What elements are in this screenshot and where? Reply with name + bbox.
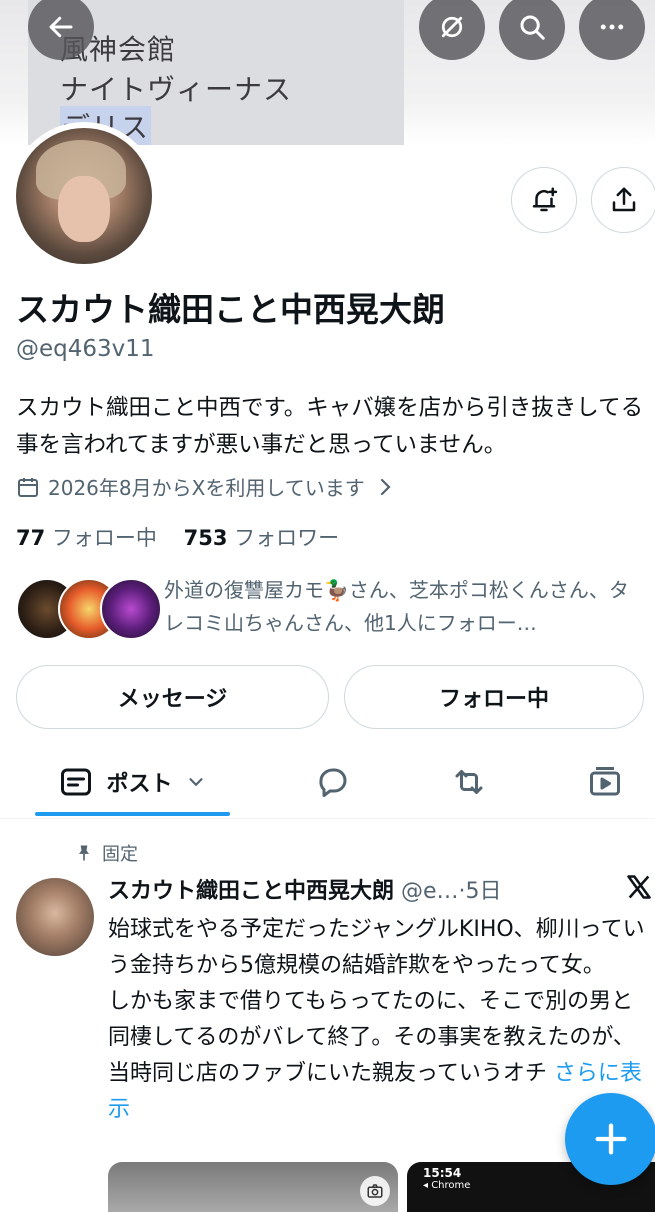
joined-date[interactable]: 2026年8月からXを利用しています [16, 472, 397, 501]
tab-replies[interactable] [296, 745, 370, 819]
more-icon [600, 24, 624, 30]
bell-plus-icon [532, 187, 558, 212]
search-icon [520, 15, 545, 40]
pinned-indicator: 固定 [74, 840, 138, 866]
banner-text-line: ナイトヴィーナス [60, 73, 293, 106]
plus-icon [595, 1123, 627, 1155]
reply-bubble-icon [319, 768, 347, 797]
video-icon [590, 767, 620, 796]
post-author-name[interactable]: スカウト織田こと中西晃大朗 [108, 879, 394, 904]
calendar-icon [18, 477, 38, 497]
follow-stats: 77 フォロー中 753 フォロワー [16, 522, 339, 552]
arrow-left-icon [49, 16, 73, 38]
followers-label: フォロワー [234, 526, 340, 550]
followers-link[interactable]: 753 フォロワー [184, 526, 340, 550]
notifications-button[interactable] [511, 167, 577, 233]
tab-media[interactable] [568, 745, 642, 819]
chevron-right-icon [380, 478, 391, 495]
followed-by-avatars[interactable] [16, 578, 162, 640]
x-logo-icon [627, 875, 651, 899]
message-button[interactable]: メッセージ [16, 665, 329, 729]
following-button[interactable]: フォロー中 [344, 665, 644, 729]
profile-avatar[interactable] [16, 128, 152, 264]
profile-handle: @eq463v11 [16, 336, 155, 362]
pinned-label: 固定 [102, 844, 138, 865]
share-button[interactable] [591, 167, 655, 233]
slash-eye-icon [441, 16, 463, 38]
tab-reposts[interactable] [432, 745, 506, 819]
pin-icon [79, 845, 89, 861]
post-header: スカウト織田こと中西晃大朗 @e…·5日 [108, 873, 502, 905]
active-tab-indicator [35, 812, 230, 816]
share-icon [612, 187, 636, 212]
post-meta[interactable]: @e…·5日 [401, 879, 502, 904]
posts-icon [61, 768, 92, 796]
post-media-image[interactable] [108, 1162, 398, 1212]
chevron-down-icon [188, 778, 203, 787]
tab-posts-label: ポスト [106, 772, 173, 797]
profile-tabs: ポスト [0, 745, 655, 819]
media-time: 15:54 [423, 1166, 462, 1180]
tab-posts[interactable]: ポスト [35, 745, 230, 819]
repost-icon [455, 770, 483, 794]
following-count: 77 [16, 526, 46, 550]
follower-avatar [100, 578, 162, 640]
joined-text: 2026年8月からXを利用しています [48, 476, 365, 500]
profile-name: スカウト織田こと中西晃大朗 [16, 290, 445, 329]
compose-button[interactable] [565, 1093, 655, 1185]
avatar-face [58, 176, 110, 242]
post-author-avatar[interactable] [16, 878, 94, 956]
camera-icon [360, 1176, 390, 1206]
followers-count: 753 [183, 526, 228, 550]
following-link[interactable]: 77 フォロー中 [16, 526, 157, 550]
profile-bio: スカウト織田こと中西です。キャバ嬢を店から引き抜きしてる事を言われてますが悪い事… [16, 395, 644, 458]
following-label: フォロー中 [51, 526, 157, 550]
media-app-label: ◂ Chrome [423, 1180, 471, 1191]
followed-by-text[interactable]: 外道の復讐屋カモ🦆さん、芝本ポコ松くんさん、タレコミ山ちゃんさん、他1人にフォロ… [164, 574, 644, 640]
post-text[interactable]: 始球式をやる予定だったジャングルKIHO、柳川っていう金持ちから5億規模の結婚詐… [108, 912, 648, 1128]
